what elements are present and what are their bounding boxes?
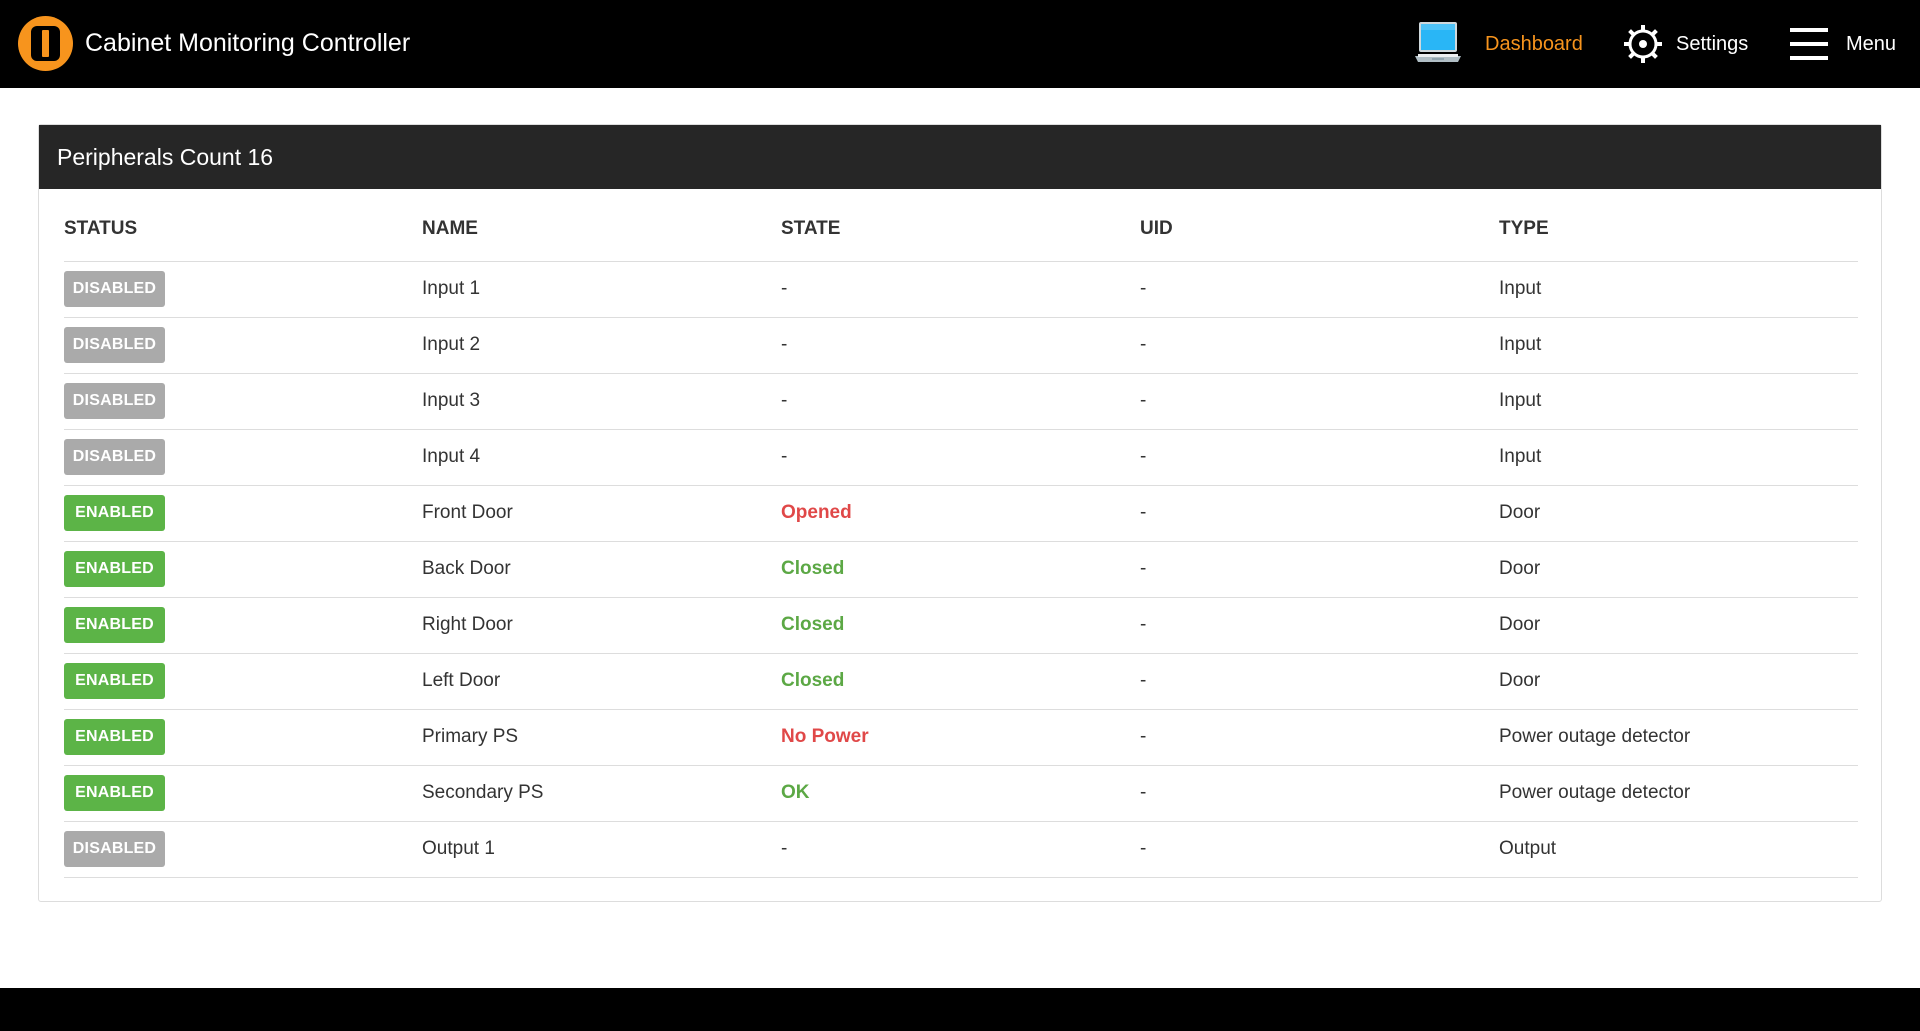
peripheral-name: Input 3 bbox=[422, 373, 781, 430]
peripheral-uid: - bbox=[1140, 317, 1499, 374]
table-row[interactable]: DISABLED Output 1 - - Output bbox=[64, 821, 1858, 878]
table-row[interactable]: DISABLED Input 3 - - Input bbox=[64, 373, 1858, 430]
peripheral-uid: - bbox=[1140, 821, 1499, 878]
peripheral-type: Door bbox=[1499, 485, 1858, 542]
peripheral-name: Right Door bbox=[422, 597, 781, 654]
peripheral-state: Closed bbox=[781, 597, 1140, 654]
peripheral-state: OK bbox=[781, 765, 1140, 822]
peripheral-type: Door bbox=[1499, 597, 1858, 654]
status-badge: DISABLED bbox=[64, 831, 165, 867]
peripheral-name: Left Door bbox=[422, 653, 781, 710]
peripheral-name: Input 4 bbox=[422, 429, 781, 486]
table-row[interactable]: ENABLED Front Door Opened - Door bbox=[64, 485, 1858, 542]
header-name[interactable]: NAME bbox=[422, 197, 781, 262]
panel-title: Peripherals Count 16 bbox=[39, 125, 1881, 189]
table-row[interactable]: ENABLED Right Door Closed - Door bbox=[64, 597, 1858, 654]
peripheral-type: Input bbox=[1499, 373, 1858, 430]
table-row[interactable]: DISABLED Input 1 - - Input bbox=[64, 261, 1858, 318]
top-navbar: Cabinet Monitoring Controller Dashboard … bbox=[0, 0, 1920, 88]
peripheral-name: Front Door bbox=[422, 485, 781, 542]
peripheral-type: Input bbox=[1499, 261, 1858, 318]
status-badge: ENABLED bbox=[64, 551, 165, 587]
nav-dashboard-label: Dashboard bbox=[1485, 33, 1583, 55]
peripheral-type: Input bbox=[1499, 317, 1858, 374]
peripheral-uid: - bbox=[1140, 709, 1499, 766]
status-badge: ENABLED bbox=[64, 719, 165, 755]
nav-menu-label: Menu bbox=[1846, 33, 1897, 55]
nav-settings-label: Settings bbox=[1676, 33, 1749, 55]
peripheral-state: - bbox=[781, 821, 1140, 878]
nav-settings[interactable]: Settings bbox=[1622, 0, 1748, 88]
table-row[interactable]: ENABLED Primary PS No Power - Power outa… bbox=[64, 709, 1858, 766]
peripheral-type: Input bbox=[1499, 429, 1858, 486]
status-badge: DISABLED bbox=[64, 271, 165, 307]
table-row[interactable]: DISABLED Input 2 - - Input bbox=[64, 317, 1858, 374]
logo-icon[interactable] bbox=[18, 16, 73, 71]
footer-bar bbox=[0, 988, 1920, 1031]
peripherals-table: STATUS NAME STATE UID TYPE DISABLED Inpu… bbox=[64, 197, 1858, 878]
peripheral-state: - bbox=[781, 261, 1140, 318]
peripheral-name: Primary PS bbox=[422, 709, 781, 766]
peripheral-uid: - bbox=[1140, 485, 1499, 542]
status-badge: ENABLED bbox=[64, 775, 165, 811]
app-title[interactable]: Cabinet Monitoring Controller bbox=[85, 27, 410, 59]
peripheral-name: Back Door bbox=[422, 541, 781, 598]
peripheral-name: Output 1 bbox=[422, 821, 781, 878]
peripheral-uid: - bbox=[1140, 765, 1499, 822]
peripheral-type: Power outage detector bbox=[1499, 709, 1858, 766]
peripheral-state: - bbox=[781, 373, 1140, 430]
peripheral-type: Door bbox=[1499, 541, 1858, 598]
header-uid[interactable]: UID bbox=[1140, 197, 1499, 262]
peripheral-name: Input 1 bbox=[422, 261, 781, 318]
peripheral-uid: - bbox=[1140, 373, 1499, 430]
header-state[interactable]: STATE bbox=[781, 197, 1140, 262]
peripheral-state: - bbox=[781, 429, 1140, 486]
peripheral-state: Opened bbox=[781, 485, 1140, 542]
peripherals-panel: Peripherals Count 16 STATUS NAME STATE U… bbox=[38, 124, 1882, 902]
status-badge: ENABLED bbox=[64, 495, 165, 531]
peripheral-type: Output bbox=[1499, 821, 1858, 878]
peripheral-state: Closed bbox=[781, 653, 1140, 710]
header-type[interactable]: TYPE bbox=[1499, 197, 1858, 262]
peripheral-state: - bbox=[781, 317, 1140, 374]
status-badge: DISABLED bbox=[64, 439, 165, 475]
header-status[interactable]: STATUS bbox=[64, 197, 422, 262]
peripheral-uid: - bbox=[1140, 653, 1499, 710]
table-header-row: STATUS NAME STATE UID TYPE bbox=[64, 197, 1858, 262]
status-badge: ENABLED bbox=[64, 607, 165, 643]
table-row[interactable]: ENABLED Left Door Closed - Door bbox=[64, 653, 1858, 710]
hamburger-icon bbox=[1790, 28, 1828, 60]
peripheral-state: No Power bbox=[781, 709, 1140, 766]
peripheral-name: Input 2 bbox=[422, 317, 781, 374]
gear-icon bbox=[1624, 25, 1662, 63]
table-row[interactable]: ENABLED Secondary PS OK - Power outage d… bbox=[64, 765, 1858, 822]
status-badge: ENABLED bbox=[64, 663, 165, 699]
status-badge: DISABLED bbox=[64, 383, 165, 419]
peripheral-uid: - bbox=[1140, 597, 1499, 654]
status-badge: DISABLED bbox=[64, 327, 165, 363]
laptop-icon bbox=[1415, 22, 1461, 62]
nav-dashboard[interactable]: Dashboard bbox=[1412, 0, 1583, 88]
peripheral-uid: - bbox=[1140, 429, 1499, 486]
table-row[interactable]: DISABLED Input 4 - - Input bbox=[64, 429, 1858, 486]
peripheral-type: Door bbox=[1499, 653, 1858, 710]
peripheral-uid: - bbox=[1140, 261, 1499, 318]
table-row[interactable]: ENABLED Back Door Closed - Door bbox=[64, 541, 1858, 598]
peripheral-uid: - bbox=[1140, 541, 1499, 598]
nav-menu[interactable]: Menu bbox=[1790, 0, 1896, 88]
peripheral-state: Closed bbox=[781, 541, 1140, 598]
peripheral-name: Secondary PS bbox=[422, 765, 781, 822]
peripheral-type: Power outage detector bbox=[1499, 765, 1858, 822]
